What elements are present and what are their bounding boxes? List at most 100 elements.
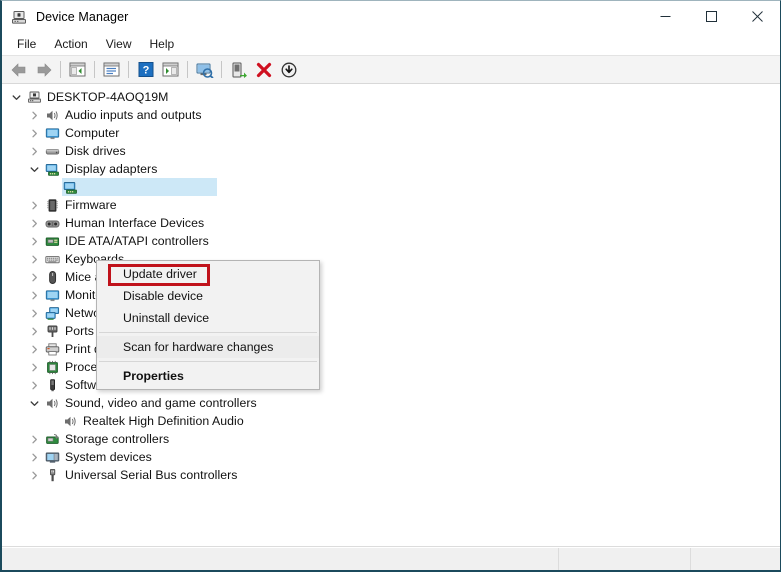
- context-menu-item-update-driver[interactable]: Update driver: [97, 263, 319, 285]
- maximize-icon[interactable]: [688, 1, 734, 32]
- tree-label: Realtek High Definition Audio: [83, 414, 244, 428]
- tree-label: Disk drives: [65, 144, 126, 158]
- tree-label: Display adapters: [65, 162, 158, 176]
- chevron-right-icon[interactable]: [26, 124, 42, 142]
- status-pane-2: [559, 548, 691, 570]
- context-menu-item-scan-for-hardware-changes[interactable]: Scan for hardware changes: [97, 336, 319, 358]
- menu-file[interactable]: File: [8, 35, 45, 53]
- speaker-icon: [42, 394, 62, 412]
- chevron-right-icon[interactable]: [26, 106, 42, 124]
- update-driver-icon[interactable]: [226, 58, 251, 82]
- keyboard-icon: [42, 250, 62, 268]
- scan-for-hardware-changes-icon[interactable]: [192, 58, 217, 82]
- tree-label: Universal Serial Bus controllers: [65, 468, 238, 482]
- title-bar: Device Manager: [2, 1, 780, 32]
- storage-controller-icon: [42, 430, 62, 448]
- chevron-down-icon[interactable]: [8, 88, 24, 106]
- window-title: Device Manager: [36, 9, 129, 24]
- chevron-right-icon[interactable]: [26, 376, 42, 394]
- tree-row-disk-drives[interactable]: Disk drives: [2, 142, 780, 160]
- device-tree-pane[interactable]: DESKTOP-4AOQ19M Audio inputs and outputs…: [2, 84, 780, 547]
- chevron-right-icon[interactable]: [26, 232, 42, 250]
- processor-icon: [42, 358, 62, 376]
- svg-text:?: ?: [142, 65, 149, 77]
- chevron-right-icon[interactable]: [26, 196, 42, 214]
- tree-row-audio-inputs-and-outputs[interactable]: Audio inputs and outputs: [2, 106, 780, 124]
- printer-icon: [42, 340, 62, 358]
- tree-label: Sound, video and game controllers: [65, 396, 257, 410]
- context-menu-item-uninstall-device[interactable]: Uninstall device: [97, 307, 319, 329]
- tree-row-selected-display-adapter[interactable]: [2, 178, 780, 196]
- tree-row-ide-ata-atapi-controllers[interactable]: IDE ATA/ATAPI controllers: [2, 232, 780, 250]
- menu-bar: File Action View Help: [2, 32, 780, 56]
- uninstall-device-icon[interactable]: [251, 58, 276, 82]
- chevron-right-icon[interactable]: [26, 448, 42, 466]
- network-adapter-icon: [42, 304, 62, 322]
- chevron-right-icon[interactable]: [26, 142, 42, 160]
- context-menu-separator: [99, 332, 317, 333]
- toolbar-separator: [128, 61, 129, 78]
- firmware-icon: [42, 196, 62, 214]
- chevron-right-icon[interactable]: [26, 304, 42, 322]
- toolbar-separator: [94, 61, 95, 78]
- chevron-right-icon[interactable]: [26, 214, 42, 232]
- tree-row-storage-controllers[interactable]: Storage controllers: [2, 430, 780, 448]
- chevron-right-icon[interactable]: [26, 430, 42, 448]
- tree-label: Human Interface Devices: [65, 216, 205, 230]
- tree-row-root[interactable]: DESKTOP-4AOQ19M: [2, 88, 780, 106]
- tree-row-human-interface-devices[interactable]: Human Interface Devices: [2, 214, 780, 232]
- display-adapter-icon: [42, 160, 62, 178]
- tree-row-firmware[interactable]: Firmware: [2, 196, 780, 214]
- forward-icon[interactable]: [31, 58, 56, 82]
- tree-row-universal-serial-bus-controllers[interactable]: Universal Serial Bus controllers: [2, 466, 780, 484]
- monitor-icon: [42, 124, 62, 142]
- back-icon[interactable]: [6, 58, 31, 82]
- device-manager-icon: [10, 8, 28, 26]
- toolbar-separator: [60, 61, 61, 78]
- software-device-icon: [42, 376, 62, 394]
- chevron-right-icon[interactable]: [26, 466, 42, 484]
- show-hide-console-tree-icon[interactable]: [65, 58, 90, 82]
- menu-view[interactable]: View: [97, 35, 141, 53]
- status-pane-1: [2, 548, 559, 570]
- tree-row-realtek-high-definition-audio[interactable]: Realtek High Definition Audio: [2, 412, 780, 430]
- ide-controller-icon: [42, 232, 62, 250]
- status-bar: [2, 547, 780, 570]
- usb-icon: [42, 466, 62, 484]
- tree-label: System devices: [65, 450, 152, 464]
- chevron-none-icon: [44, 412, 60, 430]
- speaker-icon: [60, 412, 80, 430]
- minimize-icon[interactable]: [642, 1, 688, 32]
- tree-row-system-devices[interactable]: System devices: [2, 448, 780, 466]
- help-icon[interactable]: ?: [133, 58, 158, 82]
- context-menu-item-properties[interactable]: Properties: [97, 365, 319, 387]
- menu-help[interactable]: Help: [141, 35, 184, 53]
- chevron-right-icon[interactable]: [26, 358, 42, 376]
- tree-row-sound-video-and-game-controllers[interactable]: Sound, video and game controllers: [2, 394, 780, 412]
- chevron-right-icon[interactable]: [26, 340, 42, 358]
- properties-icon[interactable]: [99, 58, 124, 82]
- hid-icon: [42, 214, 62, 232]
- context-menu-item-disable-device[interactable]: Disable device: [97, 285, 319, 307]
- menu-action[interactable]: Action: [45, 35, 96, 53]
- context-menu[interactable]: Update driver Disable device Uninstall d…: [96, 260, 320, 390]
- speaker-icon: [42, 106, 62, 124]
- disable-device-icon[interactable]: [276, 58, 301, 82]
- tree-row-display-adapters[interactable]: Display adapters: [2, 160, 780, 178]
- tree-row-computer[interactable]: Computer: [2, 124, 780, 142]
- device-manager-window: Device Manager File Action View Help ? D…: [0, 0, 781, 572]
- tree-label-root: DESKTOP-4AOQ19M: [47, 90, 169, 104]
- selection-highlight: [62, 178, 217, 196]
- close-icon[interactable]: [734, 1, 780, 32]
- status-pane-3: [691, 548, 780, 570]
- show-hide-action-pane-icon[interactable]: [158, 58, 183, 82]
- chevron-right-icon[interactable]: [26, 322, 42, 340]
- chevron-down-icon[interactable]: [26, 160, 42, 178]
- chevron-right-icon[interactable]: [26, 286, 42, 304]
- chevron-right-icon[interactable]: [26, 250, 42, 268]
- display-adapter-icon: [60, 178, 80, 196]
- system-device-icon: [42, 448, 62, 466]
- chevron-right-icon[interactable]: [26, 268, 42, 286]
- tree-label: Storage controllers: [65, 432, 170, 446]
- chevron-down-icon[interactable]: [26, 394, 42, 412]
